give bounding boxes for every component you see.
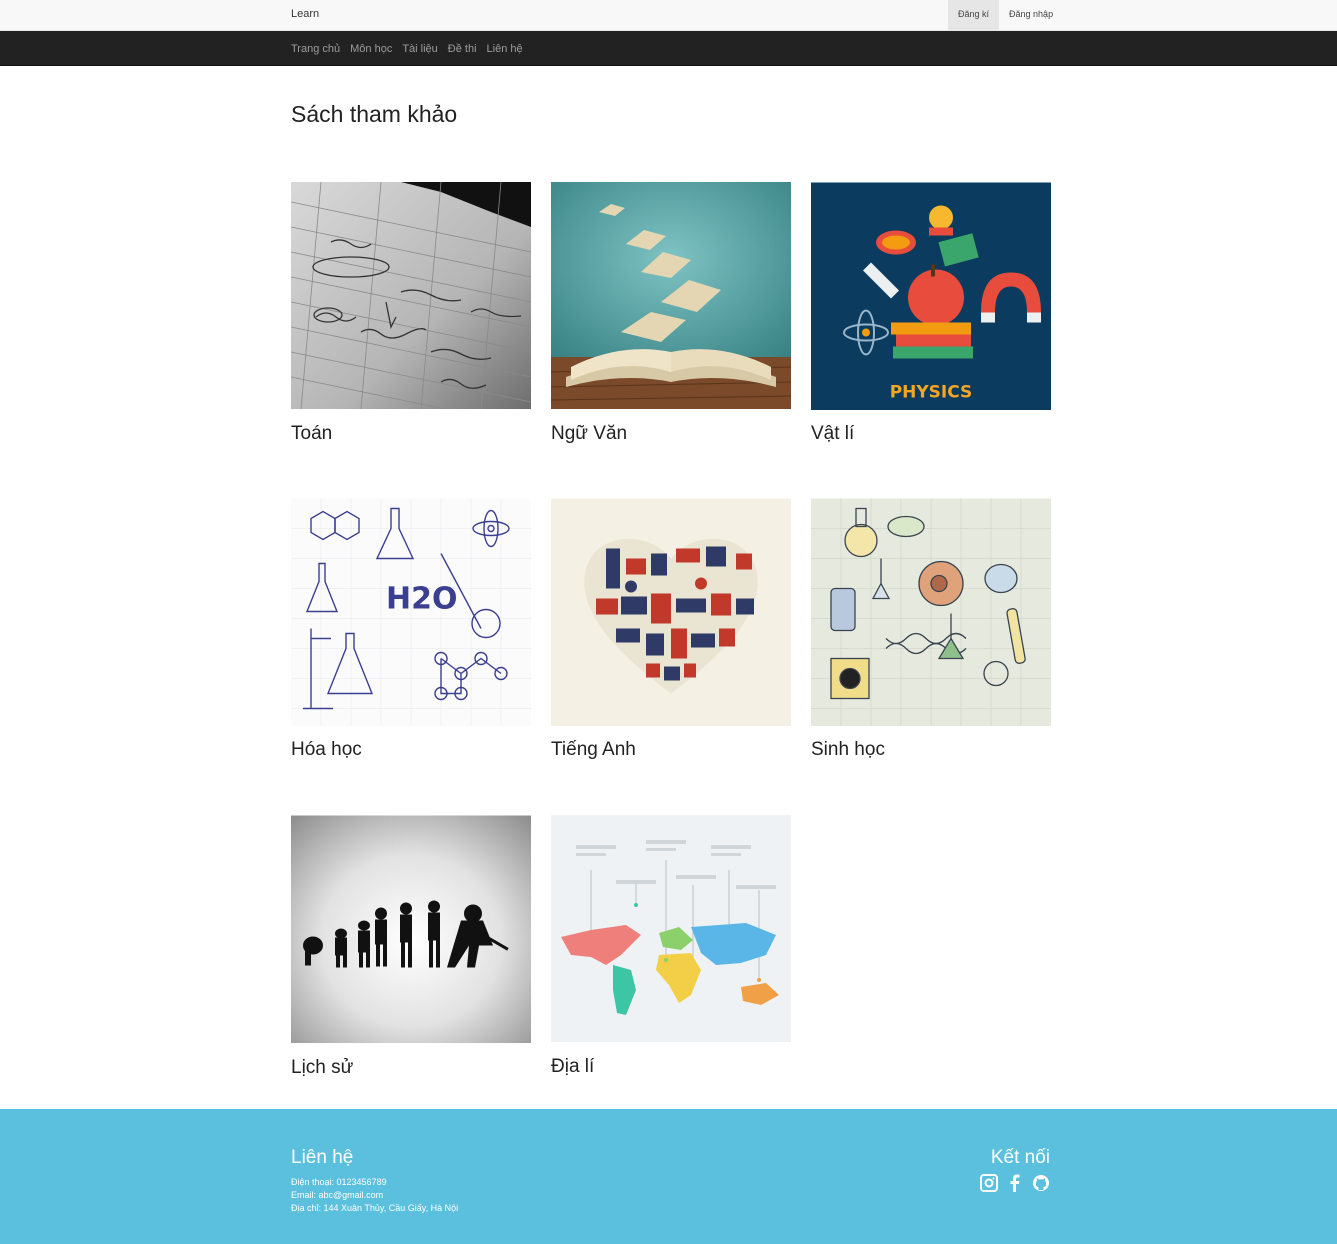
social-icons	[980, 1173, 1050, 1193]
subject-card-physics[interactable]: PHYSICS Vật lí	[811, 182, 1051, 445]
physics-illustration-image[interactable]: PHYSICS	[811, 182, 1051, 410]
footer-email: Email: abc@gmail.com	[291, 1190, 384, 1200]
subject-card-geography[interactable]: Địa lí	[551, 815, 791, 1078]
subject-card-history[interactable]: Lịch sử	[291, 815, 531, 1079]
footer: Liên hệ Điện thoại: 0123456789 Email: ab…	[0, 1109, 1337, 1244]
subject-card-chemistry[interactable]: H2O Hóa học	[291, 498, 531, 761]
subject-label[interactable]: Sinh học	[811, 739, 1051, 761]
github-icon[interactable]	[1032, 1173, 1050, 1193]
auth-links: Đăng kí Đăng nhập	[948, 0, 1063, 30]
subject-card-math[interactable]: Toán	[291, 182, 531, 445]
footer-connect-title: Kết nối	[990, 1147, 1050, 1168]
login-link[interactable]: Đăng nhập	[999, 0, 1063, 30]
london-heart-image[interactable]	[551, 498, 791, 726]
nav-item-documents[interactable]: Tài liệu	[402, 43, 437, 55]
footer-contact-title: Liên hệ	[291, 1147, 354, 1168]
subject-card-literature[interactable]: Ngữ Văn	[551, 182, 791, 445]
flying-book-image[interactable]	[551, 182, 791, 409]
footer-address: Địa chỉ: 144 Xuân Thủy, Cầu Giấy, Hà Nội	[291, 1203, 459, 1213]
subject-label[interactable]: Ngữ Văn	[551, 423, 791, 445]
biology-doodle-image[interactable]	[811, 498, 1051, 726]
world-map-infographic-image[interactable]	[551, 815, 791, 1042]
nav-item-subjects[interactable]: Môn học	[350, 43, 392, 55]
nav-item-contact[interactable]: Liên hệ	[487, 43, 523, 55]
subject-label[interactable]: Toán	[291, 423, 531, 445]
chemistry-doodle-image[interactable]: H2O	[291, 498, 531, 726]
subject-label[interactable]: Hóa học	[291, 739, 531, 761]
facebook-icon[interactable]	[1006, 1173, 1024, 1193]
brand-logo[interactable]: Learn	[291, 8, 319, 20]
nav-item-exams[interactable]: Đề thi	[448, 43, 477, 55]
subject-card-english[interactable]: Tiếng Anh	[551, 498, 791, 761]
physics-badge-text: PHYSICS	[890, 383, 973, 403]
instagram-icon[interactable]	[980, 1173, 998, 1193]
nav-item-home[interactable]: Trang chủ	[291, 43, 340, 55]
page-title: Sách tham khảo	[291, 101, 458, 127]
math-notes-image[interactable]	[291, 182, 531, 409]
footer-phone: Điện thoại: 0123456789	[291, 1177, 387, 1187]
register-link[interactable]: Đăng kí	[948, 0, 1000, 30]
evolution-silhouette-image[interactable]	[291, 815, 531, 1043]
subject-label[interactable]: Địa lí	[551, 1056, 791, 1078]
subject-label[interactable]: Lịch sử	[291, 1057, 531, 1079]
h2o-formula-text: H2O	[386, 582, 457, 617]
subject-label[interactable]: Tiếng Anh	[551, 739, 791, 761]
top-header: Learn Đăng kí Đăng nhập	[0, 0, 1337, 31]
main-navbar: Trang chủ Môn học Tài liệu Đề thi Liên h…	[0, 31, 1337, 66]
subject-card-biology[interactable]: Sinh học	[811, 498, 1051, 761]
footer-contact-info: Điện thoại: 0123456789 Email: abc@gmail.…	[291, 1176, 458, 1215]
subject-label[interactable]: Vật lí	[811, 423, 1051, 445]
